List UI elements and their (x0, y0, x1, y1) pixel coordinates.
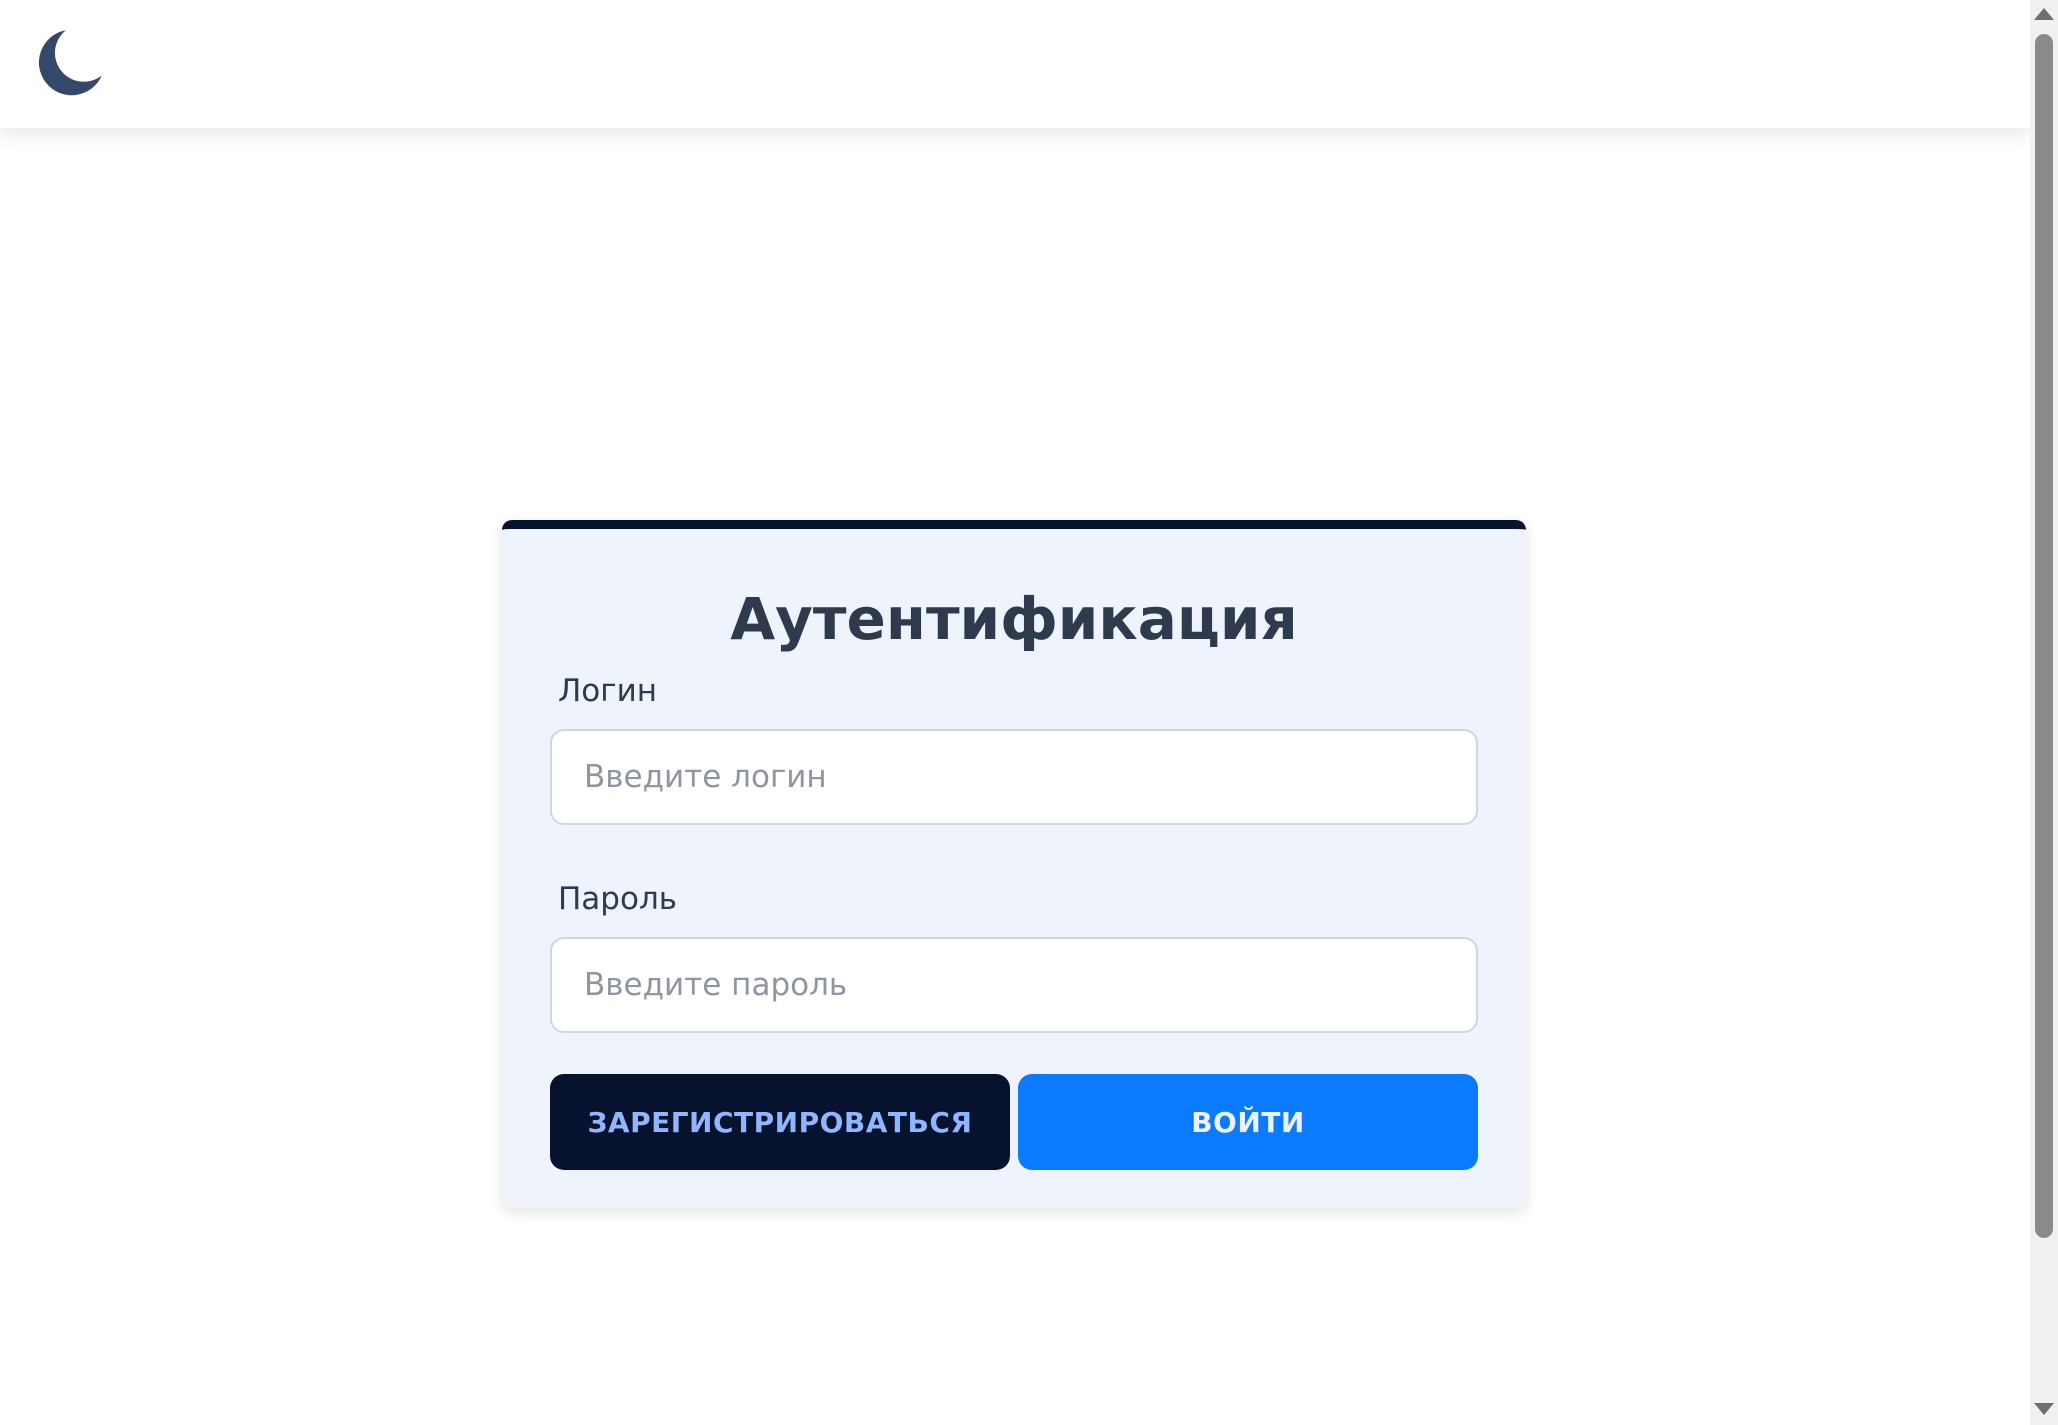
scroll-up-arrow-icon[interactable] (2034, 8, 2054, 20)
vertical-scrollbar[interactable] (2030, 0, 2058, 1425)
login-button[interactable]: ВОЙТИ (1018, 1074, 1478, 1170)
top-bar (0, 0, 2030, 128)
login-label: Логин (558, 673, 657, 709)
register-button[interactable]: ЗАРЕГИСТРИРОВАТЬСЯ (550, 1074, 1010, 1170)
page: Аутентификация Логин Пароль ЗАРЕГИСТРИРО… (0, 0, 2030, 1425)
login-input[interactable] (550, 729, 1478, 825)
scroll-down-arrow-icon[interactable] (2034, 1403, 2054, 1415)
password-label: Пароль (558, 881, 678, 917)
auth-card: Аутентификация Логин Пароль ЗАРЕГИСТРИРО… (502, 520, 1526, 1208)
auth-title: Аутентификация (730, 585, 1298, 653)
moon-icon (38, 30, 102, 96)
scrollbar-thumb[interactable] (2035, 34, 2053, 1238)
password-input[interactable] (550, 937, 1478, 1033)
theme-toggle-button[interactable] (24, 18, 114, 108)
